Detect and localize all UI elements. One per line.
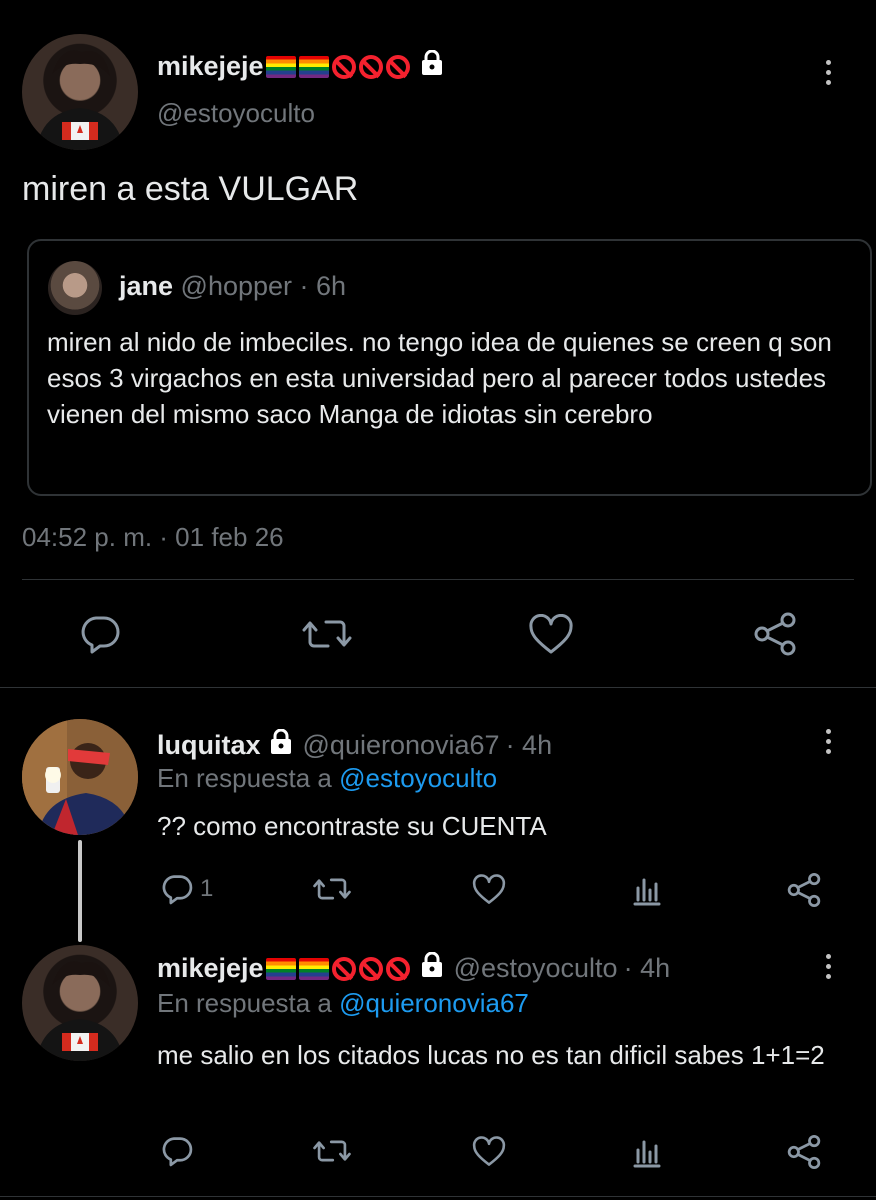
- analytics-icon[interactable]: [632, 874, 662, 911]
- avatar[interactable]: [22, 34, 138, 150]
- rainbow-flag-icon: [265, 55, 296, 78]
- display-name[interactable]: luquitax: [157, 730, 261, 761]
- analytics-icon[interactable]: [632, 1136, 662, 1173]
- rainbow-flag-icon: [298, 55, 329, 78]
- share-icon[interactable]: [752, 612, 798, 661]
- avatar[interactable]: [22, 719, 138, 835]
- like-icon[interactable]: [472, 1136, 506, 1173]
- quoted-avatar[interactable]: [48, 261, 102, 315]
- quoted-tweet-card[interactable]: jane @hopper · 6h miren al nido de imbec…: [27, 239, 872, 496]
- like-icon[interactable]: [528, 613, 574, 661]
- lock-icon: [420, 951, 444, 985]
- no-entry-icon: [358, 54, 383, 79]
- share-icon[interactable]: [786, 872, 822, 913]
- reply-to-link[interactable]: @estoyoculto: [339, 763, 497, 793]
- retweet-icon[interactable]: [302, 612, 352, 661]
- quoted-time: · 6h: [299, 271, 347, 301]
- divider: [0, 687, 876, 688]
- no-entry-icon: [331, 54, 356, 79]
- handle[interactable]: @quieronovia67: [303, 730, 500, 761]
- reply-prefix: En respuesta a: [157, 988, 332, 1018]
- no-entry-icon: [331, 956, 356, 981]
- share-icon[interactable]: [786, 1134, 822, 1175]
- name-emoji-flags: [265, 956, 410, 981]
- reply-icon[interactable]: 1: [160, 872, 213, 906]
- quoted-handle[interactable]: @hopper: [181, 271, 292, 301]
- tweet-text: miren a esta VULGAR: [22, 170, 359, 208]
- display-name[interactable]: mikejeje: [157, 51, 264, 82]
- divider: [0, 1196, 876, 1197]
- avatar[interactable]: [22, 945, 138, 1061]
- like-icon[interactable]: [472, 874, 506, 911]
- reply-prefix: En respuesta a: [157, 763, 332, 793]
- quoted-text: miren al nido de imbeciles. no tengo ide…: [47, 327, 832, 429]
- tweet-text: me salio en los citados lucas no es tan …: [157, 1040, 825, 1070]
- handle[interactable]: @estoyoculto: [454, 953, 618, 984]
- quoted-display-name[interactable]: jane: [119, 271, 173, 301]
- rainbow-flag-icon: [298, 957, 329, 980]
- lock-icon: [420, 49, 444, 83]
- handle[interactable]: @estoyoculto: [157, 98, 315, 129]
- reply-icon[interactable]: [78, 612, 122, 661]
- tweet-text: ?? como encontraste su CUENTA: [157, 811, 547, 841]
- display-name[interactable]: mikejeje: [157, 953, 264, 984]
- name-emoji-flags: [265, 54, 410, 79]
- retweet-icon[interactable]: [313, 1134, 351, 1173]
- tweet-timestamp[interactable]: 04:52 p. m. · 01 feb 26: [22, 522, 284, 553]
- more-options-icon[interactable]: [818, 60, 838, 85]
- divider: [22, 579, 854, 580]
- reply-count: 1: [200, 875, 214, 902]
- thread-line: [78, 840, 82, 942]
- retweet-icon[interactable]: [313, 872, 351, 911]
- tweet-time: · 4h: [505, 730, 553, 760]
- rainbow-flag-icon: [265, 957, 296, 980]
- more-options-icon[interactable]: [818, 729, 838, 754]
- no-entry-icon: [358, 956, 383, 981]
- no-entry-icon: [385, 54, 410, 79]
- lock-icon: [269, 728, 293, 762]
- more-options-icon[interactable]: [818, 954, 838, 979]
- reply-to-link[interactable]: @quieronovia67: [339, 988, 529, 1018]
- no-entry-icon: [385, 956, 410, 981]
- reply-icon[interactable]: [160, 1134, 194, 1173]
- tweet-time: · 4h: [623, 953, 671, 983]
